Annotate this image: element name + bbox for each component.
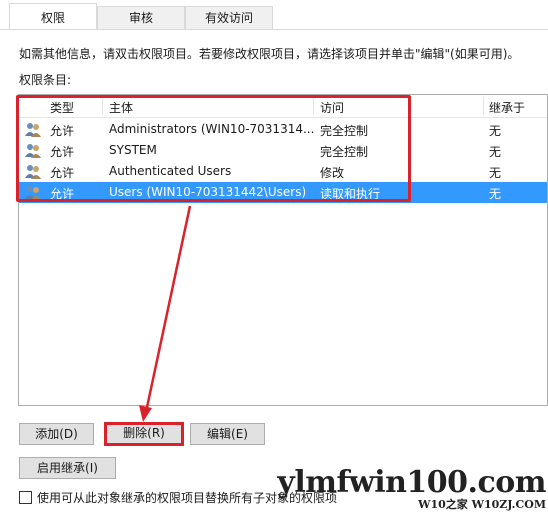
permission-list[interactable]: 类型 主体 访问 继承于 允许 Administrators (WIN10-70… <box>18 94 548 406</box>
column-header-access[interactable]: 访问 <box>320 99 344 116</box>
row-access: 完全控制 <box>320 145 369 159</box>
tab-permissions[interactable]: 权限 <box>9 3 97 30</box>
row-inherited-from: 无 <box>489 145 502 159</box>
table-row[interactable]: 允许 Authenticated Users 修改 无 <box>19 161 547 182</box>
row-access: 修改 <box>320 166 345 180</box>
tab-bar: 权限 审核 有效访问 <box>0 0 548 30</box>
users-icon <box>25 123 41 137</box>
watermark-logo: ylmfwin100.com W10之家 W10ZJ.COM <box>277 465 546 512</box>
row-principal: Administrators (WIN10-7031314... <box>109 122 315 136</box>
row-inherited-from: 无 <box>489 124 502 138</box>
row-principal: Users (WIN10-703131442\Users) <box>109 185 307 199</box>
row-inherited-from: 无 <box>489 166 502 180</box>
watermark-main-text: ylmfwin100.com <box>277 465 546 500</box>
table-row[interactable]: 允许 Administrators (WIN10-7031314... 完全控制… <box>19 119 547 140</box>
row-principal: SYSTEM <box>109 143 157 157</box>
row-type: 允许 <box>50 124 75 138</box>
column-header-inherited-from[interactable]: 继承于 <box>489 99 525 116</box>
enable-inheritance-button[interactable]: 启用继承(I) <box>19 457 116 479</box>
list-header: 类型 主体 访问 继承于 <box>19 95 547 118</box>
tab-auditing[interactable]: 审核 <box>97 6 185 29</box>
users-icon <box>25 144 41 158</box>
table-row[interactable]: 允许 SYSTEM 完全控制 无 <box>19 140 547 161</box>
tab-effective-access[interactable]: 有效访问 <box>185 6 273 29</box>
users-icon <box>25 186 41 200</box>
add-button[interactable]: 添加(D) <box>19 423 94 445</box>
remove-button[interactable]: 删除(R) <box>104 422 184 446</box>
permission-entries-label: 权限条目: <box>19 73 72 87</box>
column-header-principal[interactable]: 主体 <box>109 99 133 116</box>
column-divider <box>313 97 314 115</box>
row-inherited-from: 无 <box>489 187 502 201</box>
column-header-type[interactable]: 类型 <box>50 99 74 116</box>
info-text: 如需其他信息，请双击权限项目。若要修改权限项目，请选择该项目并单击"编辑"(如果… <box>19 47 520 61</box>
row-type: 允许 <box>50 145 75 159</box>
row-type: 允许 <box>50 166 75 180</box>
tab-divider <box>0 29 548 30</box>
row-principal: Authenticated Users <box>109 164 232 178</box>
row-access: 完全控制 <box>320 124 369 138</box>
column-divider <box>483 97 484 115</box>
row-type: 允许 <box>50 187 75 201</box>
table-row-selected[interactable]: 允许 Users (WIN10-703131442\Users) 读取和执行 无 <box>19 182 547 203</box>
users-icon <box>25 165 41 179</box>
row-access: 读取和执行 <box>320 187 381 201</box>
edit-button[interactable]: 编辑(E) <box>190 423 265 445</box>
column-divider <box>102 97 103 115</box>
replace-child-permissions-checkbox[interactable] <box>19 491 32 504</box>
